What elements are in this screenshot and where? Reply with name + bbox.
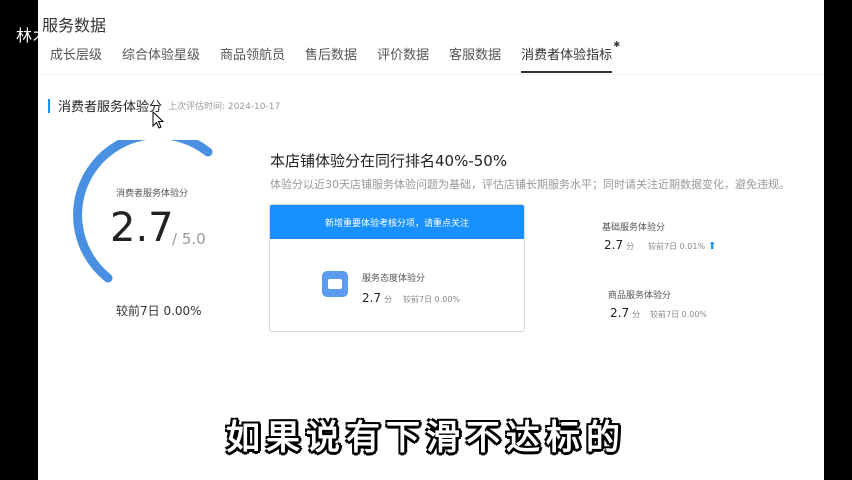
side-product-compare: 较前7日 0.00%: [650, 310, 708, 319]
side-product-score: 2.7 分: [610, 306, 640, 320]
section-accent-bar: [48, 98, 50, 113]
tab-product-navigator[interactable]: 商品领航员: [220, 44, 285, 73]
service-attitude-icon: [322, 271, 348, 297]
side-basic-score-value: 2.7: [604, 238, 624, 252]
card-item-name: 服务态度体验分: [362, 274, 426, 284]
section-header: 消费者服务体验分 上次评估时间: 2024-10-17: [48, 96, 280, 115]
side-basic-name: 基础服务体验分: [602, 223, 666, 233]
mouse-cursor-icon: [152, 111, 164, 129]
section-last-eval-time: 上次评估时间: 2024-10-17: [168, 102, 281, 112]
video-subtitle: 如果说有下滑不达标的: [226, 418, 626, 458]
tab-customer-service[interactable]: 客服数据: [449, 44, 501, 73]
tab-consumer-experience[interactable]: 消费者体验指标 ✱: [521, 40, 620, 73]
side-basic-compare: 较前7日 0.01%: [648, 242, 706, 251]
tabs-divider: [38, 74, 824, 75]
side-basic-score: 2.7 分: [604, 238, 634, 252]
watermark-text: 林木: [16, 26, 51, 45]
tab-after-sales[interactable]: 售后数据: [305, 44, 357, 73]
tab-reviews[interactable]: 评价数据: [377, 44, 429, 73]
page-title: 服务数据: [42, 16, 107, 35]
side-product-name: 商品服务体验分: [608, 291, 672, 301]
side-basic-compare-wrap: 较前7日 0.01% ⬆: [648, 241, 716, 252]
gauge-label: 消费者服务体验分: [116, 189, 189, 199]
gauge-compare: 较前7日 0.00%: [116, 304, 202, 318]
gauge-max: / 5.0: [172, 230, 206, 248]
card-item-score: 2.7 分: [362, 291, 392, 305]
gauge-score: 2.7: [110, 205, 174, 251]
side-product-score-value: 2.7: [610, 306, 630, 320]
tab-bar: 成长层级 综合体验星级 商品领航员 售后数据 评价数据 客服数据 消费者体验指标…: [50, 40, 632, 73]
tab-overall-star[interactable]: 综合体验星级: [122, 44, 200, 73]
card-banner: 新增重要体验考核分项，请重点关注: [270, 205, 524, 239]
tab-growth-level[interactable]: 成长层级: [50, 44, 102, 73]
section-title: 消费者服务体验分: [58, 100, 163, 115]
experience-card[interactable]: 新增重要体验考核分项，请重点关注 服务态度体验分 2.7 分 较前7日 0.00%: [269, 204, 525, 332]
tab-consumer-experience-label: 消费者体验指标: [521, 48, 613, 63]
service-data-panel: 服务数据 成长层级 综合体验星级 商品领航员 售后数据 评价数据 客服数据 消费…: [38, 0, 824, 480]
side-basic-unit: 分: [626, 242, 635, 251]
rank-title: 本店铺体验分在同行排名40%-50%: [270, 152, 508, 170]
trend-up-icon: ⬆: [708, 241, 717, 252]
card-item-compare: 较前7日 0.00%: [403, 295, 461, 304]
side-product-unit: 分: [632, 310, 641, 319]
new-marker-icon: ✱: [613, 40, 621, 49]
card-score-unit: 分: [384, 295, 393, 304]
card-score-value: 2.7: [362, 291, 382, 305]
rank-description: 体验分以近30天店铺服务体验问题为基础，评估店铺长期服务水平；同时请关注近期数据…: [270, 178, 790, 191]
